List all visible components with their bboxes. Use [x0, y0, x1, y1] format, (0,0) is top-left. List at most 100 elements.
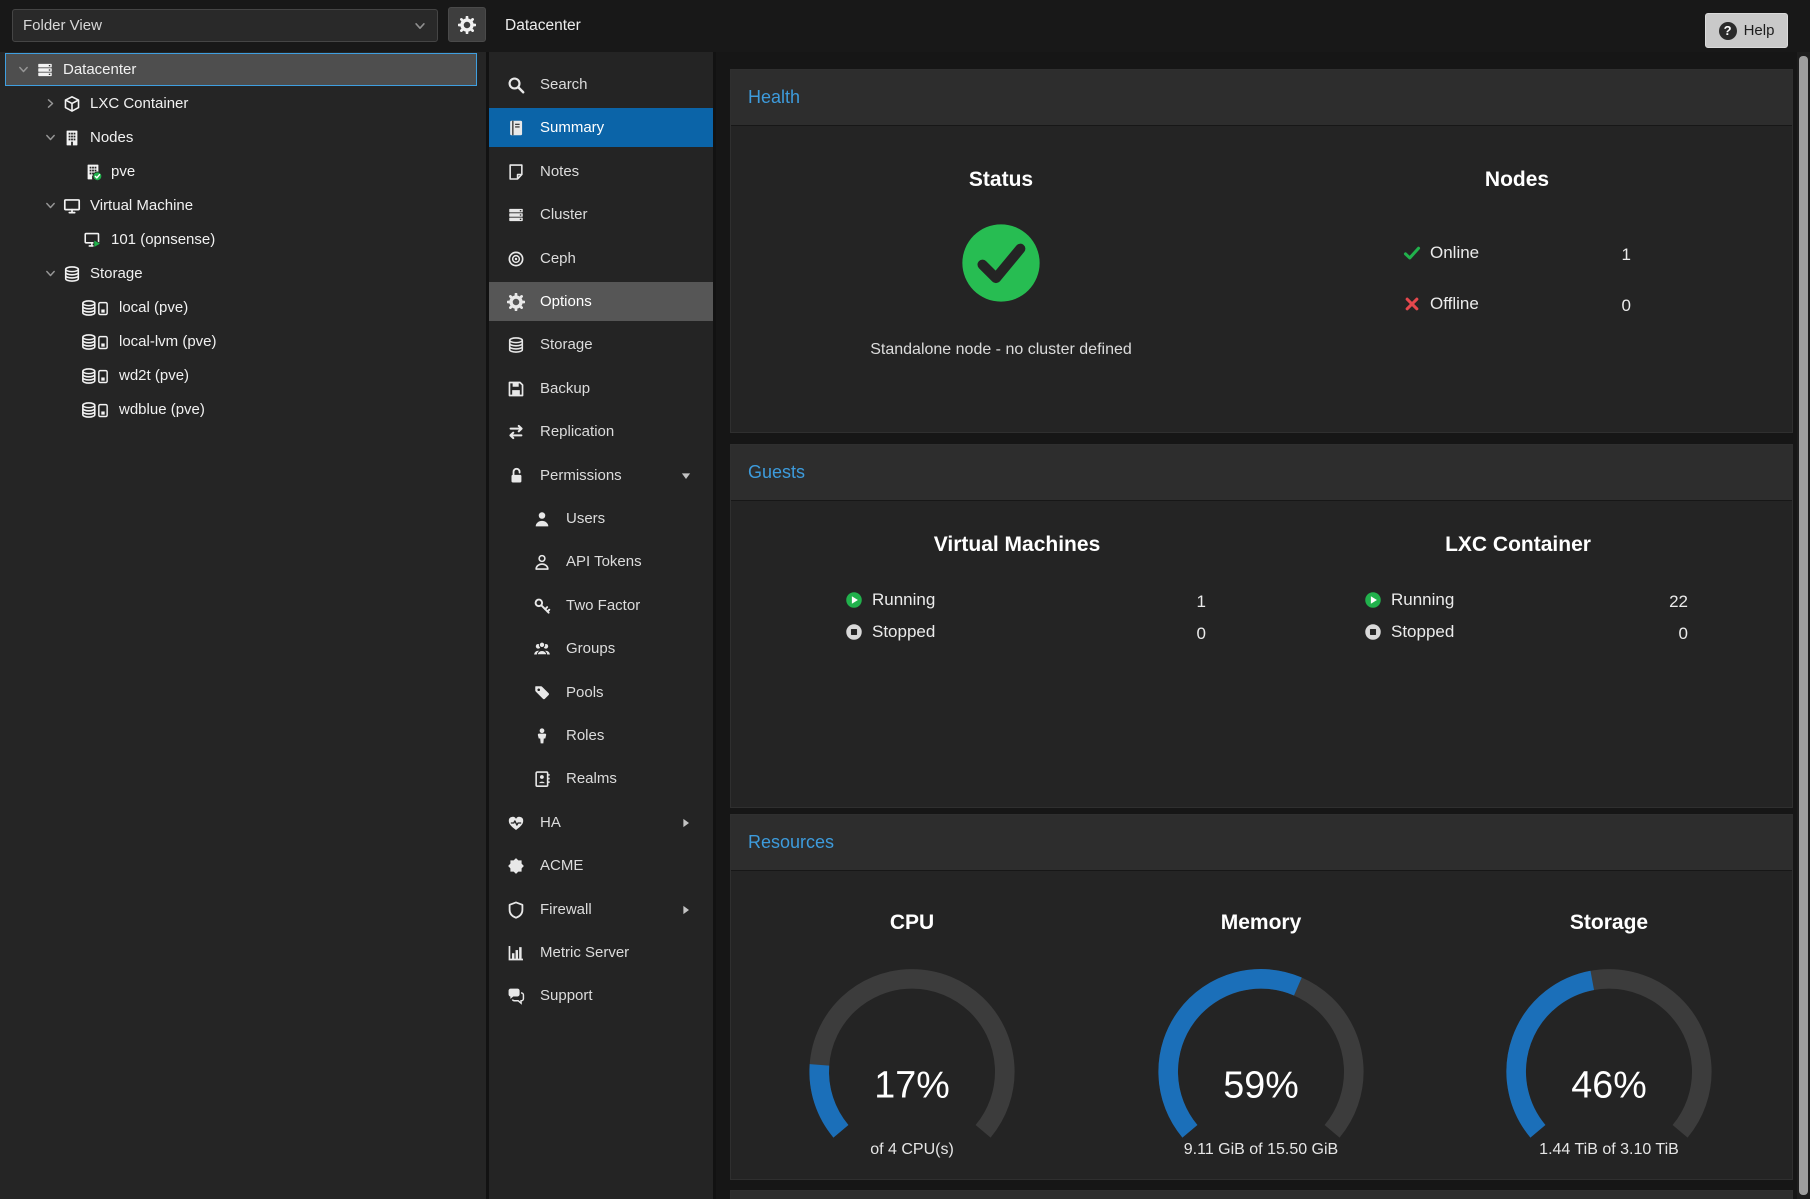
storage-icon [80, 299, 110, 317]
summary-content-area: Health Status Nodes Standalone node - no… [716, 52, 1797, 1199]
ceph-icon [507, 250, 525, 268]
tree-item-vm-101[interactable]: 101 (opnsense) [0, 223, 486, 256]
cpu-gauge-label: of 4 CPU(s) [870, 1141, 954, 1159]
stat-label: Running [872, 590, 935, 610]
help-button[interactable]: ? Help [1705, 13, 1788, 48]
book-icon [507, 119, 525, 137]
unlock-icon [507, 467, 525, 485]
tree-item-label: pve [111, 163, 135, 180]
nav-item-label: ACME [540, 857, 583, 874]
nav-item-search[interactable]: Search [489, 65, 713, 104]
vm-stopped-value: 0 [1156, 624, 1206, 644]
check-icon [1403, 244, 1421, 262]
expand-arrow-icon[interactable] [680, 904, 692, 916]
play-circle-icon [845, 591, 863, 609]
nodes-online-row: Online [1403, 243, 1479, 263]
lxc-stopped-row: Stopped [1364, 622, 1454, 642]
tree-item-storage-local[interactable]: local (pve) [0, 291, 486, 324]
tree-item-storage[interactable]: Storage [0, 257, 486, 290]
nav-item-permissions[interactable]: Permissions [489, 456, 713, 495]
health-panel: Health Status Nodes Standalone node - no… [730, 69, 1793, 433]
datacenter-icon [36, 61, 54, 79]
nav-item-api-tokens[interactable]: API Tokens [489, 542, 713, 581]
chevron-down-icon [413, 19, 427, 33]
comments-icon [507, 987, 525, 1005]
panel-title: Resources [748, 832, 834, 853]
nav-item-support[interactable]: Support [489, 976, 713, 1015]
nav-item-two-factor[interactable]: Two Factor [489, 586, 713, 625]
nav-item-options[interactable]: Options [489, 282, 713, 321]
tree-item-label: Storage [90, 265, 143, 282]
tree-settings-button[interactable] [448, 7, 486, 42]
nav-item-storage[interactable]: Storage [489, 325, 713, 364]
chevron-down-icon[interactable] [44, 131, 57, 144]
tree-item-label: Datacenter [63, 61, 136, 78]
monitor-icon [63, 197, 81, 215]
nav-item-firewall[interactable]: Firewall [489, 890, 713, 929]
nav-item-metric-server[interactable]: Metric Server [489, 933, 713, 972]
nav-item-ha[interactable]: HA [489, 803, 713, 842]
nav-item-users[interactable]: Users [489, 499, 713, 538]
gear-icon [458, 16, 476, 34]
nav-item-backup[interactable]: Backup [489, 369, 713, 408]
status-ok-icon [959, 221, 1043, 305]
vm-running-value: 1 [1156, 592, 1206, 612]
tree-item-lxc-container[interactable]: LXC Container [0, 87, 486, 120]
gear-icon [507, 293, 525, 311]
tree-item-nodes[interactable]: Nodes [0, 121, 486, 154]
vm-heading: Virtual Machines [934, 533, 1101, 557]
tree-item-datacenter[interactable]: Datacenter [5, 53, 477, 86]
scrollbar-thumb[interactable] [1799, 56, 1808, 1195]
tag-icon [533, 684, 551, 702]
nav-item-label: Metric Server [540, 944, 629, 961]
certificate-icon [507, 857, 525, 875]
tree-item-label: Nodes [90, 129, 133, 146]
status-heading: Status [969, 168, 1033, 192]
nav-item-label: HA [540, 814, 561, 831]
nav-item-realms[interactable]: Realms [489, 759, 713, 798]
nav-item-ceph[interactable]: Ceph [489, 239, 713, 278]
view-mode-select[interactable]: Folder View [12, 9, 438, 42]
expand-arrow-icon[interactable] [680, 817, 692, 829]
chevron-right-icon[interactable] [44, 97, 57, 110]
tree-item-storage-local-lvm[interactable]: local-lvm (pve) [0, 325, 486, 358]
guests-panel-header: Guests [731, 445, 1792, 501]
nav-item-groups[interactable]: Groups [489, 629, 713, 668]
chevron-down-icon[interactable] [17, 63, 30, 76]
nav-item-roles[interactable]: Roles [489, 716, 713, 755]
collapse-arrow-icon[interactable] [680, 470, 692, 482]
storage-percent: 46% [1571, 1064, 1646, 1106]
storage-icon [80, 333, 110, 351]
tree-item-storage-wdblue[interactable]: wdblue (pve) [0, 393, 486, 426]
proxmox-app-window: Folder View Datacenter ? Help Datacenter… [0, 0, 1810, 1199]
nav-item-cluster[interactable]: Cluster [489, 195, 713, 234]
storage-icon [80, 401, 110, 419]
search-icon [507, 76, 525, 94]
tree-item-virtual-machine[interactable]: Virtual Machine [0, 189, 486, 222]
question-circle-icon: ? [1719, 22, 1737, 40]
tree-item-storage-wd2t[interactable]: wd2t (pve) [0, 359, 486, 392]
nav-item-label: Firewall [540, 901, 592, 918]
tree-item-label: LXC Container [90, 95, 188, 112]
nav-item-notes[interactable]: Notes [489, 152, 713, 191]
view-mode-value: Folder View [23, 17, 413, 34]
nav-item-replication[interactable]: Replication [489, 412, 713, 451]
tree-item-pve[interactable]: pve [0, 155, 486, 188]
storage-heading: Storage [1570, 911, 1648, 935]
lxc-heading: LXC Container [1445, 533, 1591, 557]
memory-heading: Memory [1221, 911, 1302, 935]
nav-item-acme[interactable]: ACME [489, 846, 713, 885]
nav-item-label: Storage [540, 336, 593, 353]
nav-item-label: Backup [540, 380, 590, 397]
resources-panel-header: Resources [731, 815, 1792, 871]
chevron-down-icon[interactable] [44, 267, 57, 280]
nav-item-pools[interactable]: Pools [489, 673, 713, 712]
stop-circle-icon [1364, 623, 1382, 641]
chevron-down-icon[interactable] [44, 199, 57, 212]
nav-item-label: Replication [540, 423, 614, 440]
cpu-gauge: 17% [767, 967, 1057, 1156]
memory-gauge: 59% [1116, 967, 1406, 1156]
nav-item-summary[interactable]: Summary [489, 108, 713, 147]
bar-chart-icon [507, 944, 525, 962]
replication-icon [507, 423, 525, 441]
